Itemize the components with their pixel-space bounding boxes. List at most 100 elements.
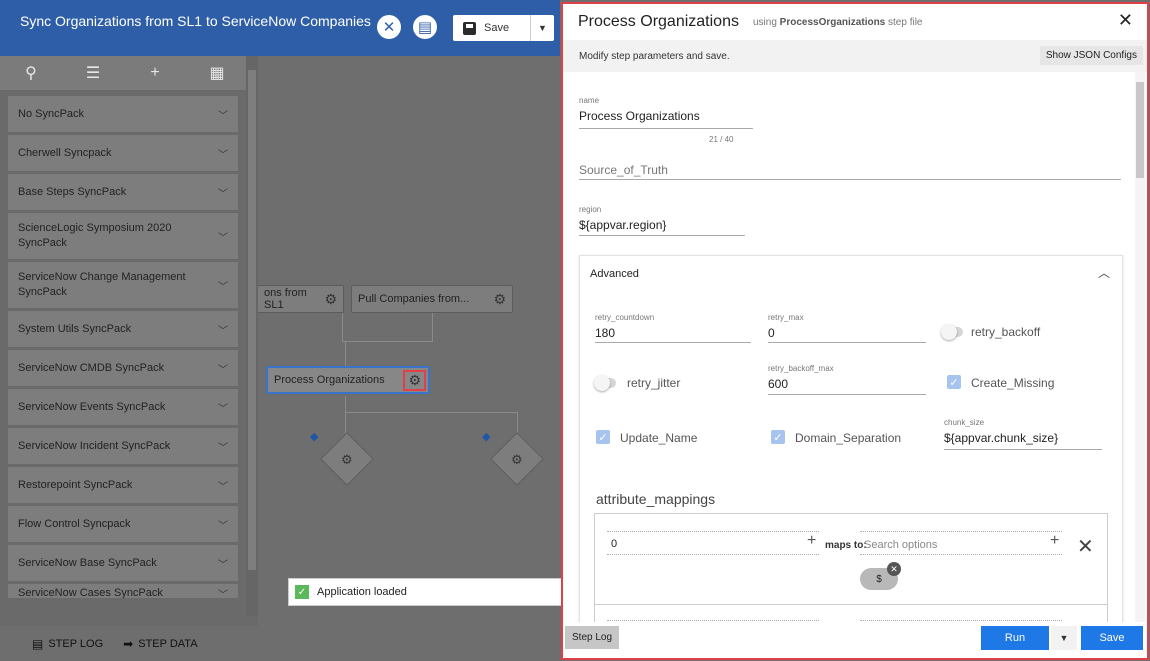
toggle-knob	[594, 375, 610, 391]
gear-icon[interactable]: ⚙	[493, 291, 506, 308]
gear-icon[interactable]: ⚙	[403, 369, 426, 391]
sidebar-item-symposium[interactable]: ScienceLogic Symposium 2020 SyncPack ﹀	[8, 213, 238, 259]
scrollbar-thumb[interactable]	[248, 70, 256, 570]
sidebar-item-label: ServiceNow Events SyncPack	[18, 400, 166, 413]
chevron-down-icon: ﹀	[218, 232, 228, 244]
toast-notification: ✓ Application loaded	[288, 578, 564, 606]
underline	[768, 342, 926, 343]
sidebar-item-incident[interactable]: ServiceNow Incident SyncPack ﹀	[8, 428, 238, 464]
create-missing-checkbox[interactable]: ✓	[947, 375, 961, 389]
source-of-truth-input[interactable]: Source_of_Truth	[579, 163, 668, 177]
create-missing-label: Create_Missing	[971, 376, 1055, 390]
retry-backoff-label: retry_backoff	[971, 325, 1041, 339]
retry-max-input[interactable]: 0	[768, 326, 775, 340]
domain-separation-checkbox[interactable]: ✓	[771, 430, 785, 444]
sidebar-item-label: ServiceNow Cases SyncPack	[18, 587, 163, 598]
step-log-button[interactable]: Step Log	[565, 626, 620, 649]
step-label: Process Organizations	[274, 374, 385, 386]
using-suffix: step file	[888, 16, 923, 28]
sidebar: ⚲ ☰ + ▦ No SyncPack ﹀ Cherwell Syncpack ﹀ …	[0, 56, 258, 626]
sidebar-item-cases[interactable]: ServiceNow Cases SyncPack ﹀	[8, 584, 238, 598]
name-input[interactable]: Process Organizations	[579, 109, 700, 123]
search-icon[interactable]: ⚲	[0, 56, 62, 90]
app-root: Sync Organizations from SL1 to ServiceNo…	[0, 0, 1150, 661]
sidebar-item-cmdb[interactable]: ServiceNow CMDB SyncPack ﹀	[8, 350, 238, 386]
chevron-down-icon: ﹀	[218, 281, 228, 293]
layers-icon: ◆	[310, 431, 319, 443]
sidebar-item-restorepoint[interactable]: Restorepoint SyncPack ﹀	[8, 467, 238, 503]
scrollbar-thumb[interactable]	[1136, 82, 1144, 178]
chunk-size-input[interactable]: ${appvar.chunk_size}	[944, 431, 1058, 445]
sidebar-item-label: Cherwell Syncpack	[18, 146, 112, 159]
sidebar-scrollbar[interactable]	[246, 56, 258, 616]
chevron-down-icon[interactable]: ▼	[531, 23, 554, 33]
step-data-label: STEP DATA	[138, 637, 198, 650]
chevron-down-icon: ﹀	[218, 403, 228, 415]
workflow-step-node[interactable]: ons from SL1 ⚙	[258, 285, 344, 313]
panel-subtitle: Modify step parameters and save.	[579, 50, 730, 62]
sidebar-item-events[interactable]: ServiceNow Events SyncPack ﹀	[8, 389, 238, 425]
sidebar-item-label: System Utils SyncPack	[18, 322, 132, 335]
sidebar-item-flow-control[interactable]: Flow Control Syncpack ﹀	[8, 506, 238, 542]
chevron-down-icon: ﹀	[218, 520, 228, 532]
mapping-source-input[interactable]: 0	[611, 538, 617, 550]
document-icon[interactable]: ▤	[413, 15, 437, 39]
toast-text: Application loaded	[317, 586, 407, 598]
add-icon[interactable]: +	[1050, 532, 1059, 550]
maps-to-label: maps to:	[825, 540, 867, 551]
step-file-name: ProcessOrganizations	[779, 16, 886, 28]
sidebar-item-system-utils[interactable]: System Utils SyncPack ﹀	[8, 311, 238, 347]
search-options-input[interactable]: Search options	[864, 539, 937, 551]
panel-scrollbar[interactable]	[1135, 72, 1145, 622]
gear-icon[interactable]: ⚙	[511, 452, 523, 468]
sidebar-item-change-management[interactable]: ServiceNow Change Management SyncPack ﹀	[8, 262, 238, 308]
add-icon[interactable]: +	[124, 56, 186, 90]
retry-countdown-input[interactable]: 180	[595, 326, 615, 340]
sidebar-item-label: ServiceNow Base SyncPack	[18, 556, 157, 569]
update-name-label: Update_Name	[620, 431, 698, 445]
filter-icon[interactable]: ☰	[62, 56, 124, 90]
save-button[interactable]: Save	[1081, 626, 1143, 650]
connector	[345, 341, 346, 366]
close-icon[interactable]: ✕	[1118, 10, 1133, 31]
retry-backoff-toggle[interactable]	[941, 324, 963, 340]
connector	[342, 341, 433, 342]
add-icon[interactable]: +	[807, 532, 816, 550]
retry-backoff-max-input[interactable]: 600	[768, 377, 788, 391]
gear-icon[interactable]: ⚙	[341, 452, 353, 468]
chip-close-icon[interactable]: ✕	[887, 562, 901, 576]
chevron-down-icon[interactable]: ▼	[1051, 626, 1077, 650]
workflow-step-node[interactable]: Pull Companies from... ⚙	[351, 285, 513, 313]
step-data-button[interactable]: ➡ STEP DATA	[123, 637, 197, 651]
chip-label: $	[876, 573, 882, 585]
run-button[interactable]: Run	[981, 626, 1049, 650]
advanced-toggle[interactable]: Advanced	[590, 268, 639, 280]
grid-icon[interactable]: ▦	[186, 56, 248, 90]
close-icon[interactable]: ✕	[377, 15, 401, 39]
check-icon: ✓	[295, 585, 309, 599]
underline	[768, 394, 926, 395]
layers-icon: ◆	[482, 431, 491, 443]
retry-backoff-max-label: retry_backoff_max	[768, 364, 834, 373]
region-input[interactable]: ${appvar.region}	[579, 218, 666, 232]
retry-jitter-toggle[interactable]	[594, 375, 616, 391]
sidebar-item-label: ServiceNow CMDB SyncPack	[18, 361, 165, 374]
sidebar-item-base-steps[interactable]: Base Steps SyncPack ﹀	[8, 174, 238, 210]
step-log-button[interactable]: ▤ STEP LOG	[32, 637, 103, 651]
name-counter: 21 / 40	[709, 135, 734, 144]
dashed-line	[607, 531, 819, 532]
sidebar-item-servicenow-base[interactable]: ServiceNow Base SyncPack ﹀	[8, 545, 238, 581]
dashed-line	[860, 531, 1062, 532]
gear-icon[interactable]: ⚙	[324, 291, 337, 308]
dashed-line	[607, 554, 819, 555]
sidebar-item-no-syncpack[interactable]: No SyncPack ﹀	[8, 96, 238, 132]
region-label: region	[579, 205, 602, 214]
sidebar-item-label: ServiceNow Change Management SyncPack	[18, 271, 186, 298]
update-name-checkbox[interactable]: ✓	[596, 430, 610, 444]
close-icon[interactable]: ✕	[1077, 534, 1094, 559]
sidebar-item-cherwell[interactable]: Cherwell Syncpack ﹀	[8, 135, 238, 171]
workflow-step-node-selected[interactable]: Process Organizations ⚙	[266, 366, 430, 394]
show-json-configs-button[interactable]: Show JSON Configs	[1039, 46, 1143, 65]
chevron-up-icon[interactable]: ︿	[1098, 264, 1110, 281]
save-button[interactable]: Save	[453, 15, 531, 41]
